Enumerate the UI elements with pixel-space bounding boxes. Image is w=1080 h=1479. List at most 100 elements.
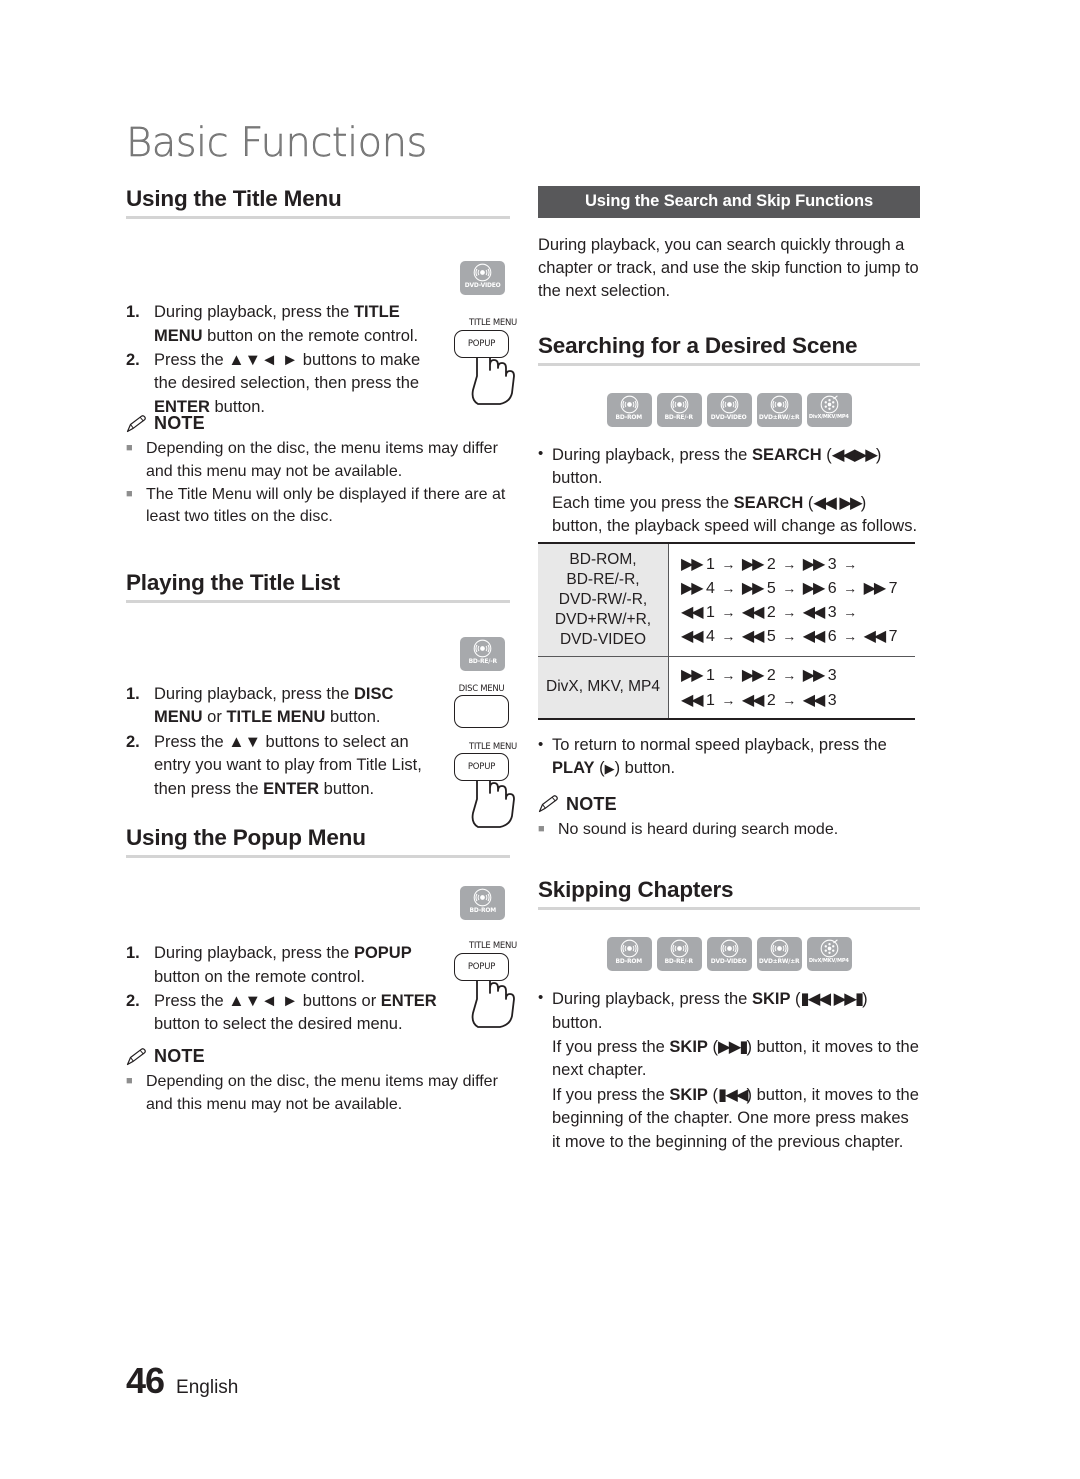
- bullet-icon: •: [538, 989, 544, 1007]
- step-text: During playback, press the TITLE MENU bu…: [154, 303, 419, 345]
- note-list: ■ Depending on the disc, the menu items …: [126, 1071, 510, 1116]
- disc-badge-caption: DVD±RW/±R: [758, 958, 800, 966]
- list-item: If you press the SKIP (▮◀◀) button, it m…: [538, 1083, 920, 1154]
- remote-key-title-menu: TITLE MENU POPUP: [454, 319, 532, 408]
- step-list: 1. During playback, press the TITLE MENU…: [126, 301, 436, 419]
- section-heading: Skipping Chapters: [538, 876, 734, 902]
- disc-icon: [473, 639, 492, 658]
- remote-key-label: POPUP: [467, 338, 496, 349]
- remote-key-label: POPUP: [467, 961, 496, 972]
- list-item: • To return to normal speed playback, pr…: [538, 734, 920, 781]
- remote-key-title-menu: TITLE MENU POPUP: [454, 743, 532, 832]
- bullet-icon-spacer: [538, 1035, 552, 1083]
- note-header: NOTE: [126, 1046, 510, 1067]
- note-list: ■ Depending on the disc, the menu items …: [126, 438, 510, 529]
- disc-badge: DVD-VIDEO: [706, 937, 752, 972]
- disc-badge-caption: DivX/MKV/MP4: [809, 958, 849, 965]
- section-skipping-chapters: Skipping Chapters BD-ROM BD-RE/-R DVD-VI…: [538, 877, 920, 1154]
- bullet-text: During playback, press the SEARCH (◀◀ ▶▶…: [552, 444, 882, 488]
- step-number: 1.: [126, 303, 140, 322]
- sequence-line: ◀◀ 1 → ◀◀ 2 → ◀◀ 3: [681, 689, 837, 709]
- table-cell-sequence: ▶▶ 1 → ▶▶ 2 → ▶▶ 3 → ▶▶ 4 → ▶▶ 5 → ▶▶ 6 …: [668, 542, 915, 658]
- page-footer: 46 English: [126, 1360, 238, 1402]
- disc-badge-caption: BD-ROM: [615, 958, 643, 966]
- table-row: DivX, MKV, MP4 ▶▶ 1 → ▶▶ 2 → ▶▶ 3 ◀◀ 1 →…: [538, 656, 915, 720]
- bullet-icon: •: [538, 735, 544, 753]
- section-bar-heading: Using the Search and Skip Functions: [538, 186, 920, 218]
- list-item: 2. Press the ▲▼ buttons to select an ent…: [126, 731, 436, 801]
- disc-icon: [770, 939, 788, 958]
- sequence-line: ◀◀ 4 → ◀◀ 5 → ◀◀ 6 → ◀◀ 7: [681, 626, 898, 646]
- disc-badge-row: BD-ROM BD-RE/-R DVD-VIDEO DVD±RW/±R DivX…: [538, 937, 920, 972]
- disc-badge-caption: DVD±RW/±R: [758, 413, 800, 421]
- bullet-text: If you press the SKIP (▮◀◀) button, it m…: [552, 1084, 919, 1151]
- disc-badge: DivX/MKV/MP4: [806, 937, 852, 972]
- disc-icon: [620, 939, 638, 958]
- media-line: DVD-RW/-R,: [558, 590, 648, 608]
- note-header: NOTE: [538, 794, 920, 815]
- media-line: BD-ROM,: [569, 550, 637, 568]
- disc-badge-caption: BD-RE/-R: [664, 413, 694, 421]
- disc-icon: [670, 395, 688, 414]
- remote-key-caption: TITLE MENU: [469, 941, 517, 952]
- disc-icon: [770, 395, 788, 414]
- bullet-icon-spacer: [538, 1083, 552, 1154]
- disc-icon: [720, 939, 738, 958]
- list-item: ■ Depending on the disc, the menu items …: [126, 1071, 510, 1116]
- remote-key[interactable]: POPUP: [454, 952, 509, 981]
- table-cell-media: BD-ROM, BD-RE/-R, DVD-RW/-R, DVD+RW/+R, …: [538, 542, 669, 658]
- disc-icon: [473, 888, 492, 907]
- note-text: Depending on the disc, the menu items ma…: [146, 440, 498, 480]
- section-heading: Searching for a Desired Scene: [538, 332, 858, 358]
- disc-badge: BD-RE/-R: [656, 937, 702, 972]
- list-item: ■ No sound is heard during search mode.: [538, 819, 920, 841]
- left-column: Using the Title Menu DVD-VIDEO TITLE MEN…: [126, 186, 517, 1117]
- list-item: 2. Press the ▲▼◄ ► buttons or ENTER butt…: [126, 990, 446, 1037]
- media-line: DivX, MKV, MP4: [546, 678, 660, 696]
- remote-key[interactable]: [454, 695, 509, 729]
- remote-key-title-menu: TITLE MENU POPUP: [454, 942, 532, 1031]
- remote-key-caption: DISC MENU: [458, 683, 505, 694]
- manual-page: Basic Functions Using the Title Menu DVD…: [0, 0, 1080, 1479]
- disc-badge: BD-ROM: [606, 937, 652, 972]
- step-list: 1. During playback, press the DISC MENU …: [126, 683, 436, 801]
- playback-speed-table: BD-ROM, BD-RE/-R, DVD-RW/-R, DVD+RW/+R, …: [538, 541, 915, 720]
- section-using-the-popup-menu: Using the Popup Menu BD-ROM TITLE MENU P…: [126, 825, 517, 1116]
- media-line: BD-RE/-R,: [566, 570, 640, 588]
- bullet-list-after-table: • To return to normal speed playback, pr…: [538, 734, 920, 781]
- list-item: 1. During playback, press the POPUP butt…: [126, 942, 446, 989]
- step-list: 1. During playback, press the POPUP butt…: [126, 942, 446, 1037]
- remote-key[interactable]: POPUP: [454, 753, 509, 782]
- page-language: English: [176, 1377, 239, 1398]
- list-item: • During playback, press the SEARCH (◀◀ …: [538, 443, 920, 491]
- bullet-list: • During playback, press the SEARCH (◀◀ …: [538, 443, 920, 539]
- remote-key[interactable]: POPUP: [454, 329, 509, 358]
- step-number: 2.: [126, 351, 140, 370]
- disc-badge-caption: DVD-VIDEO: [711, 413, 747, 421]
- bullet-icon: •: [538, 444, 544, 462]
- note-bullet-icon: ■: [126, 487, 133, 500]
- list-item: ■ Depending on the disc, the menu items …: [126, 438, 510, 483]
- disc-icon: [620, 395, 638, 414]
- remote-key-caption: TITLE MENU: [469, 741, 517, 752]
- note-label: NOTE: [566, 793, 617, 814]
- disc-badge: BD-ROM: [460, 886, 505, 921]
- disc-badge-caption: BD-ROM: [469, 907, 496, 915]
- note-bullet-icon: ■: [538, 822, 545, 835]
- step-text: During playback, press the POPUP button …: [154, 944, 412, 986]
- disc-badge-caption: DVD-VIDEO: [464, 282, 501, 290]
- list-item: ■ The Title Menu will only be displayed …: [126, 484, 510, 529]
- disc-badge-caption: BD-RE/-R: [664, 958, 694, 966]
- disc-badge-group: BD-ROM: [460, 886, 505, 921]
- disc-icon: [670, 939, 688, 958]
- disc-badge: DVD±RW/±R: [756, 392, 802, 427]
- bullet-text: Each time you press the SEARCH (◀◀ ▶▶) b…: [552, 492, 918, 536]
- divx-disc-icon: [820, 939, 838, 958]
- bullet-text: If you press the SKIP (▶▶▮) button, it m…: [552, 1036, 919, 1080]
- list-item: Each time you press the SEARCH (◀◀ ▶▶) b…: [538, 491, 920, 539]
- step-number: 1.: [126, 684, 140, 703]
- section-searching-for-a-desired-scene: Searching for a Desired Scene BD-ROM BD-…: [538, 333, 920, 841]
- section-heading: Playing the Title List: [126, 569, 340, 595]
- sequence-line: ◀◀ 1 → ◀◀ 2 → ◀◀ 3 →: [681, 601, 858, 621]
- note-list: ■ No sound is heard during search mode.: [538, 819, 920, 841]
